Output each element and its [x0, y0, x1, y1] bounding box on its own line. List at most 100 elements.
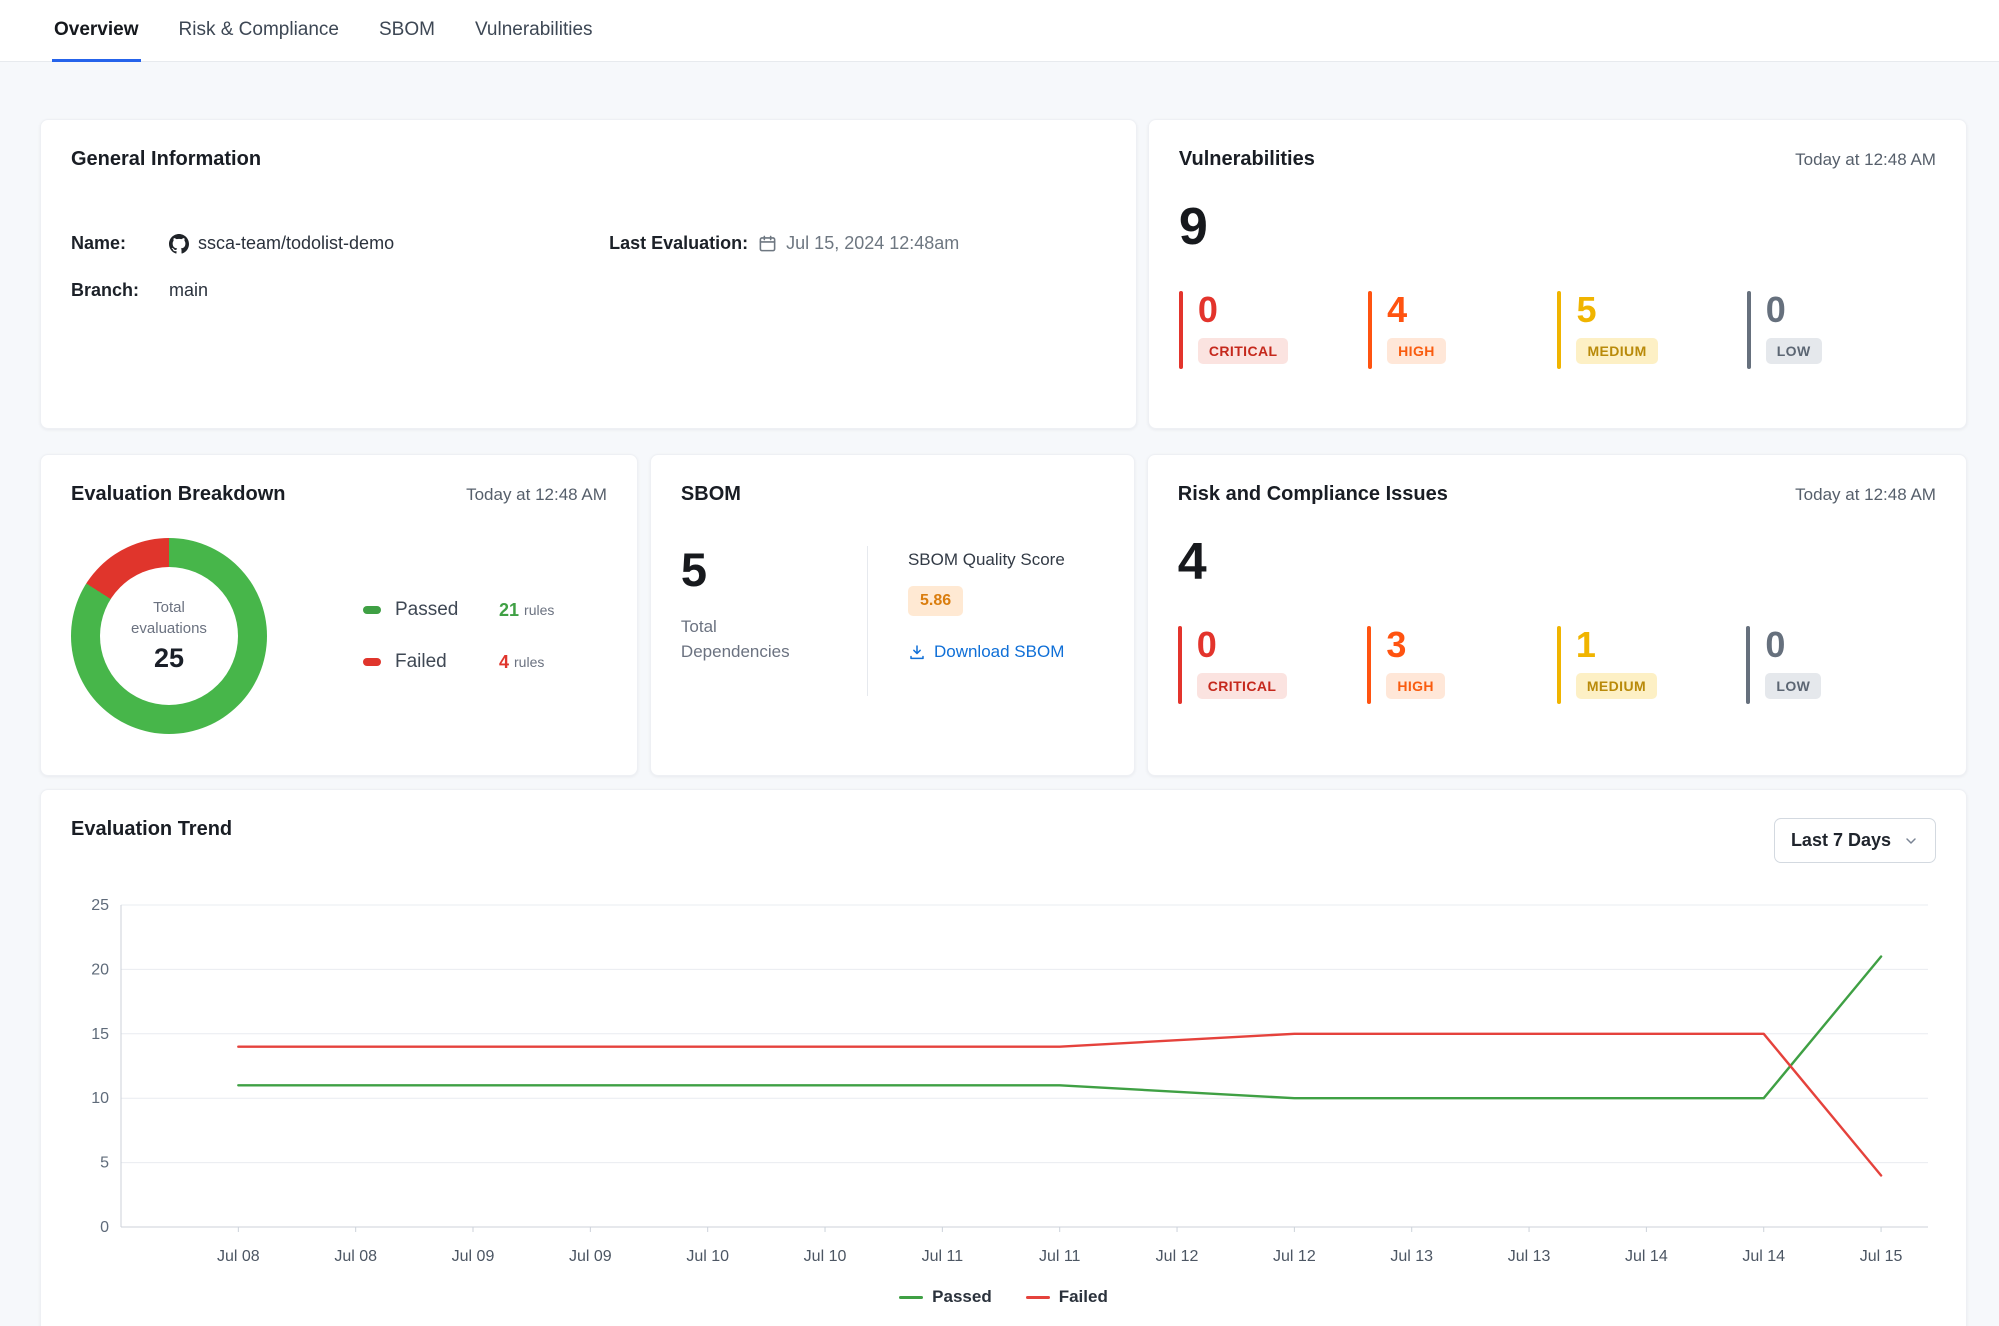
- svg-text:15: 15: [91, 1026, 109, 1043]
- severity-bar: [1557, 626, 1561, 704]
- svg-text:Jul 13: Jul 13: [1508, 1248, 1551, 1265]
- svg-text:Jul 10: Jul 10: [804, 1248, 847, 1265]
- time-range-dropdown[interactable]: Last 7 Days: [1774, 818, 1936, 863]
- severity-bar: [1178, 626, 1182, 704]
- sbom-card: SBOM 5 Total Dependencies SBOM Quality S…: [650, 454, 1135, 776]
- severity-count: 0: [1197, 626, 1288, 664]
- sbom-quality-score-value: 5.86: [908, 586, 963, 616]
- svg-text:Jul 12: Jul 12: [1273, 1248, 1316, 1265]
- severity-low: 0 LOW: [1746, 626, 1936, 704]
- severity-bar: [1179, 291, 1183, 369]
- passed-count: 21: [499, 600, 519, 621]
- tab-sbom[interactable]: SBOM: [377, 0, 437, 62]
- severity-count: 1: [1576, 626, 1657, 664]
- svg-text:Jul 08: Jul 08: [217, 1248, 260, 1265]
- evaluation-breakdown-timestamp: Today at 12:48 AM: [466, 483, 607, 505]
- severity-medium: 1 MEDIUM: [1557, 626, 1747, 704]
- svg-text:Jul 12: Jul 12: [1156, 1248, 1199, 1265]
- last-evaluation-value: Jul 15, 2024 12:48am: [758, 233, 959, 254]
- svg-text:Jul 15: Jul 15: [1860, 1248, 1903, 1265]
- severity-bar: [1747, 291, 1751, 369]
- time-range-value: Last 7 Days: [1791, 830, 1891, 851]
- download-sbom-label: Download SBOM: [934, 642, 1064, 662]
- svg-text:Jul 09: Jul 09: [569, 1248, 612, 1265]
- legend-line-swatch: [899, 1296, 923, 1299]
- severity-badge-high: HIGH: [1386, 673, 1445, 699]
- last-evaluation-text: Jul 15, 2024 12:48am: [786, 233, 959, 254]
- risk-compliance-total: 4: [1178, 536, 1936, 588]
- severity-bar: [1368, 291, 1372, 369]
- svg-text:Jul 08: Jul 08: [334, 1248, 377, 1265]
- legend-line-swatch: [1026, 1296, 1050, 1299]
- severity-bar: [1367, 626, 1371, 704]
- general-information-card: General Information Name: ssca-team/todo…: [40, 119, 1137, 429]
- vulnerabilities-timestamp: Today at 12:48 AM: [1795, 148, 1936, 170]
- legend-failed: Failed 4 rules: [363, 651, 554, 673]
- severity-badge-low: LOW: [1765, 673, 1821, 699]
- calendar-icon: [758, 234, 777, 253]
- risk-compliance-severity-row: 0 CRITICAL 3 HIGH 1 MEDIUM 0 LOW: [1178, 626, 1936, 704]
- repo-name-text: ssca-team/todolist-demo: [198, 233, 394, 254]
- trend-legend: Passed Failed: [71, 1287, 1936, 1307]
- tab-vulnerabilities[interactable]: Vulnerabilities: [473, 0, 595, 62]
- svg-text:Jul 11: Jul 11: [1039, 1248, 1081, 1265]
- donut-center-label: Total evaluations: [117, 598, 221, 639]
- trend-legend-item: Passed: [899, 1287, 992, 1307]
- legend-series-label: Failed: [1059, 1287, 1108, 1307]
- general-information-title: General Information: [71, 148, 261, 171]
- legend-series-label: Passed: [932, 1287, 992, 1307]
- dashboard-content: General Information Name: ssca-team/todo…: [0, 62, 1999, 1326]
- svg-text:Jul 14: Jul 14: [1625, 1248, 1668, 1265]
- evaluation-donut-chart: Total evaluations 25: [71, 538, 267, 734]
- evaluation-breakdown-title: Evaluation Breakdown: [71, 483, 286, 506]
- passed-label: Passed: [395, 599, 499, 621]
- severity-critical: 0 CRITICAL: [1179, 291, 1368, 369]
- severity-badge-critical: CRITICAL: [1198, 338, 1289, 364]
- donut-total-value: 25: [154, 643, 184, 674]
- severity-count: 5: [1576, 291, 1657, 329]
- evaluation-breakdown-card: Evaluation Breakdown Today at 12:48 AM T…: [40, 454, 638, 776]
- tab-overview[interactable]: Overview: [52, 0, 141, 62]
- severity-count: 0: [1766, 291, 1822, 329]
- trend-chart: 0510152025Jul 08Jul 08Jul 09Jul 09Jul 10…: [71, 877, 1936, 1285]
- severity-badge-medium: MEDIUM: [1576, 673, 1657, 699]
- failed-label: Failed: [395, 651, 499, 673]
- risk-compliance-card: Risk and Compliance Issues Today at 12:4…: [1147, 454, 1967, 776]
- download-sbom-link[interactable]: Download SBOM: [908, 642, 1065, 662]
- last-evaluation-label: Last Evaluation:: [609, 233, 748, 254]
- svg-text:Jul 14: Jul 14: [1742, 1248, 1785, 1265]
- severity-critical: 0 CRITICAL: [1178, 626, 1368, 704]
- passed-unit: rules: [524, 602, 554, 618]
- svg-text:Jul 10: Jul 10: [686, 1248, 729, 1265]
- svg-text:0: 0: [100, 1219, 109, 1236]
- severity-badge-high: HIGH: [1387, 338, 1446, 364]
- tab-risk-compliance[interactable]: Risk & Compliance: [177, 0, 342, 62]
- evaluation-trend-title: Evaluation Trend: [71, 818, 232, 841]
- donut-hole: Total evaluations 25: [100, 567, 238, 705]
- vulnerabilities-card: Vulnerabilities Today at 12:48 AM 9 0 CR…: [1148, 119, 1967, 429]
- tab-bar: Overview Risk & Compliance SBOM Vulnerab…: [0, 0, 1999, 62]
- evaluation-trend-card: Evaluation Trend Last 7 Days 0 5 10 15 20 25 J…: [40, 789, 1967, 1326]
- svg-text:20: 20: [91, 961, 109, 978]
- severity-high: 4 HIGH: [1368, 291, 1557, 369]
- vulnerabilities-total: 9: [1179, 201, 1936, 253]
- svg-text:25: 25: [91, 897, 109, 914]
- name-label: Name:: [71, 233, 159, 254]
- svg-text:5: 5: [100, 1155, 109, 1172]
- severity-bar: [1746, 626, 1750, 704]
- chevron-down-icon: [1903, 833, 1919, 849]
- vulnerabilities-severity-row: 0 CRITICAL 4 HIGH 5 MEDIUM 0 LOW: [1179, 291, 1936, 369]
- total-dependencies-count: 5: [681, 546, 867, 593]
- severity-bar: [1557, 291, 1561, 369]
- total-dependencies-label: Total Dependencies: [681, 615, 813, 664]
- svg-text:Jul 13: Jul 13: [1390, 1248, 1433, 1265]
- svg-text:10: 10: [91, 1090, 109, 1107]
- severity-count: 4: [1387, 291, 1446, 329]
- vulnerabilities-title: Vulnerabilities: [1179, 148, 1315, 171]
- severity-badge-critical: CRITICAL: [1197, 673, 1288, 699]
- legend-passed: Passed 21 rules: [363, 599, 554, 621]
- github-icon: [169, 234, 189, 254]
- severity-count: 0: [1198, 291, 1289, 329]
- failed-count: 4: [499, 652, 509, 673]
- trend-legend-item: Failed: [1026, 1287, 1108, 1307]
